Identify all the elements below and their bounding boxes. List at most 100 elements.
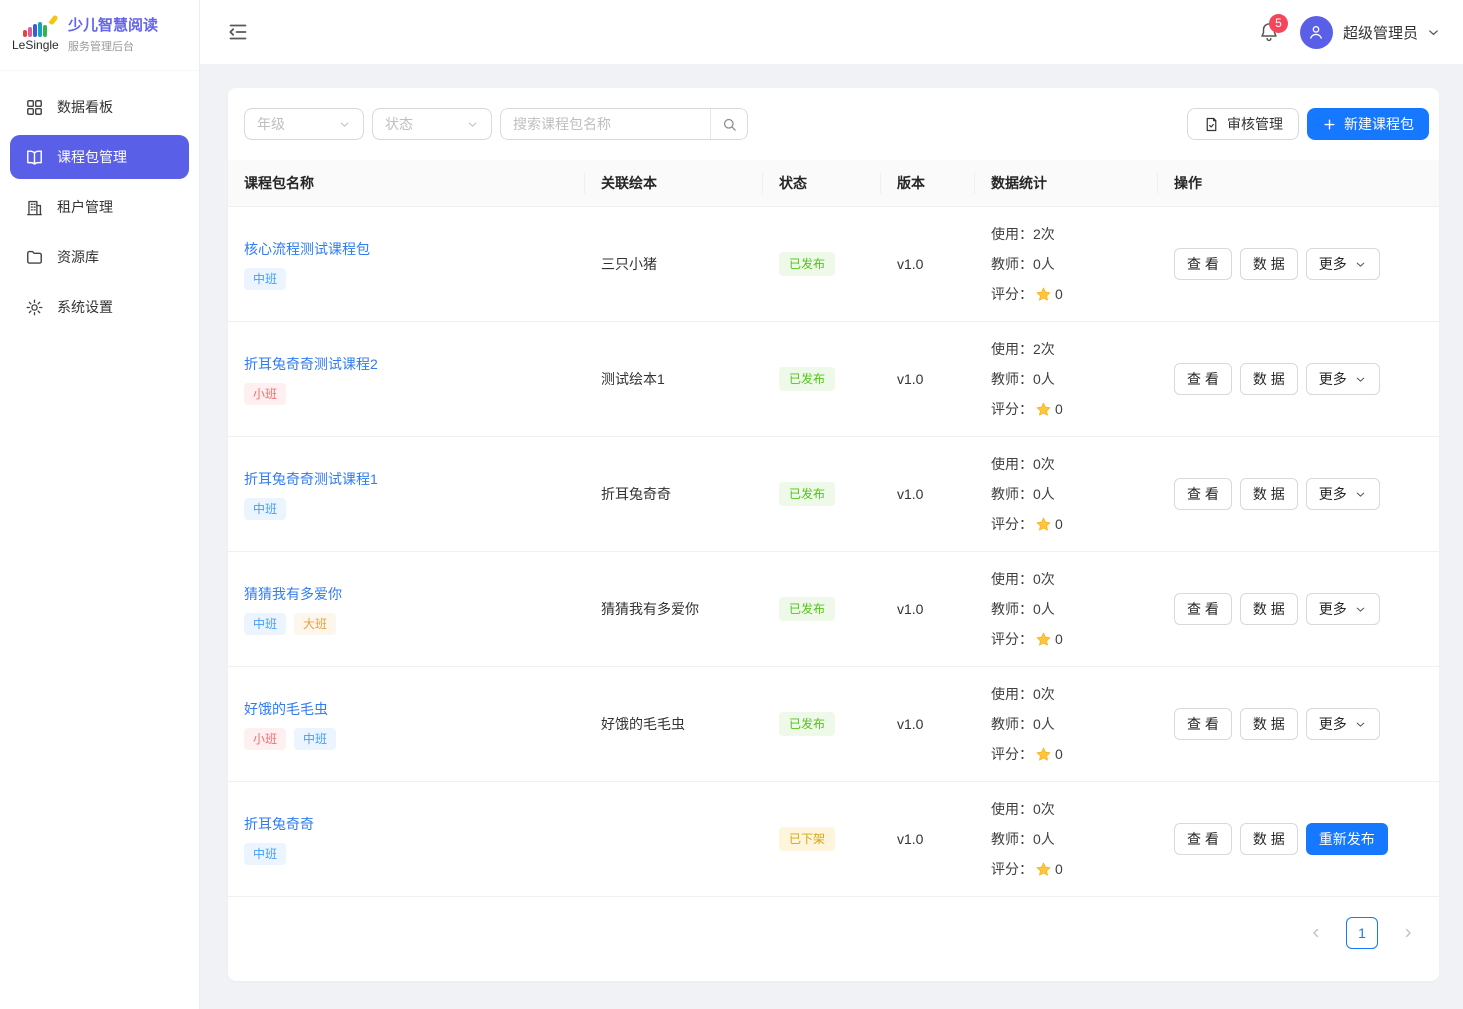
cell-version: v1.0 [881, 248, 975, 280]
column-header-status: 状态 [763, 173, 881, 193]
course-package-link[interactable]: 折耳兔奇奇测试课程1 [244, 469, 378, 489]
grade-tag: 中班 [244, 843, 286, 865]
status-badge: 已发布 [779, 252, 835, 276]
grade-tags: 中班 [244, 268, 286, 290]
usage-value: 0次 [1033, 564, 1055, 594]
folder-icon [25, 248, 44, 267]
chevron-down-icon [1426, 25, 1441, 40]
search-box [500, 108, 748, 140]
cell-actions: 查 看 数 据 更多 [1158, 355, 1439, 403]
topbar: 5 超级管理员 [200, 0, 1463, 64]
pagination-next-icon[interactable] [1395, 920, 1421, 946]
course-package-link[interactable]: 猜猜我有多爱你 [244, 584, 342, 604]
more-button[interactable]: 更多 [1306, 593, 1380, 625]
cell-version: v1.0 [881, 823, 975, 855]
chevron-down-icon [1354, 488, 1367, 501]
course-package-link[interactable]: 核心流程测试课程包 [244, 239, 370, 259]
pagination-page-1[interactable]: 1 [1346, 917, 1378, 949]
usage-value: 2次 [1033, 219, 1055, 249]
search-icon[interactable] [710, 109, 747, 139]
more-button[interactable]: 更多 [1306, 478, 1380, 510]
column-header-actions: 操作 [1158, 173, 1439, 193]
grade-tags: 小班 [244, 383, 286, 405]
filter-bar: 年级 状态 [228, 88, 1439, 160]
file-check-icon [1203, 116, 1220, 133]
search-input[interactable] [501, 109, 710, 139]
cell-actions: 查 看 数 据 更多 [1158, 240, 1439, 288]
data-button[interactable]: 数 据 [1240, 248, 1298, 280]
data-button[interactable]: 数 据 [1240, 593, 1298, 625]
table-row: 折耳兔奇奇 中班 已下架 v1.0 使用：0次 教师：0人 评分： 0 查 看 … [228, 782, 1439, 897]
chevron-down-icon [338, 118, 351, 131]
view-button[interactable]: 查 看 [1174, 708, 1232, 740]
star-icon [1035, 861, 1052, 878]
review-management-button[interactable]: 审核管理 [1187, 108, 1299, 140]
status-select[interactable]: 状态 [372, 108, 492, 140]
chevron-down-icon [1354, 718, 1367, 731]
data-button[interactable]: 数 据 [1240, 708, 1298, 740]
lesingle-logo-icon: LeSingle [12, 19, 58, 52]
pagination-prev-icon[interactable] [1303, 920, 1329, 946]
teachers-value: 0人 [1033, 824, 1055, 854]
more-button[interactable]: 更多 [1306, 363, 1380, 395]
view-button[interactable]: 查 看 [1174, 363, 1232, 395]
grade-tag: 中班 [294, 728, 336, 750]
star-icon [1035, 516, 1052, 533]
usage-value: 0次 [1033, 449, 1055, 479]
brand-title: 少儿智慧阅读 [68, 16, 158, 36]
cell-stats: 使用：0次 教师：0人 评分： 0 [975, 671, 1158, 777]
sidebar-item-label: 数据看板 [57, 97, 113, 117]
view-button[interactable]: 查 看 [1174, 593, 1232, 625]
usage-value: 0次 [1033, 794, 1055, 824]
course-package-link[interactable]: 好饿的毛毛虫 [244, 699, 328, 719]
avatar [1300, 16, 1333, 49]
cell-stats: 使用：0次 教师：0人 评分： 0 [975, 786, 1158, 892]
star-icon [1035, 401, 1052, 418]
table-row: 折耳兔奇奇测试课程2 小班 测试绘本1 已发布 v1.0 使用：2次 教师：0人… [228, 322, 1439, 437]
table-row: 核心流程测试课程包 中班 三只小猪 已发布 v1.0 使用：2次 教师：0人 评… [228, 207, 1439, 322]
notification-bell-icon[interactable]: 5 [1258, 21, 1280, 43]
sidebar-item-settings[interactable]: 系统设置 [10, 285, 189, 329]
grade-select[interactable]: 年级 [244, 108, 364, 140]
status-badge: 已下架 [779, 827, 835, 851]
republish-button[interactable]: 重新发布 [1306, 823, 1388, 855]
sidebar-item-resources[interactable]: 资源库 [10, 235, 189, 279]
sidebar-item-label: 资源库 [57, 247, 99, 267]
teachers-value: 0人 [1033, 364, 1055, 394]
column-header-name: 课程包名称 [228, 173, 585, 193]
cell-stats: 使用：2次 教师：0人 评分： 0 [975, 211, 1158, 317]
dashboard-icon [25, 98, 44, 117]
sidebar-item-tenants[interactable]: 租户管理 [10, 185, 189, 229]
sidebar-item-dashboard[interactable]: 数据看板 [10, 85, 189, 129]
cell-book: 三只小猪 [585, 246, 763, 282]
grade-tag: 小班 [244, 383, 286, 405]
chevron-down-icon [1354, 258, 1367, 271]
sidebar: LeSingle 少儿智慧阅读 服务管理后台 数据看板 课程包管理 租户管理 资… [0, 0, 200, 1009]
status-badge: 已发布 [779, 482, 835, 506]
cell-book: 测试绘本1 [585, 361, 763, 397]
more-button[interactable]: 更多 [1306, 248, 1380, 280]
brand-subtitle: 服务管理后台 [68, 38, 158, 54]
view-button[interactable]: 查 看 [1174, 248, 1232, 280]
more-button[interactable]: 更多 [1306, 708, 1380, 740]
sidebar-menu: 数据看板 课程包管理 租户管理 资源库 系统设置 [0, 71, 199, 343]
data-button[interactable]: 数 据 [1240, 823, 1298, 855]
plus-icon [1322, 117, 1337, 132]
view-button[interactable]: 查 看 [1174, 823, 1232, 855]
create-course-package-button[interactable]: 新建课程包 [1307, 108, 1429, 140]
data-button[interactable]: 数 据 [1240, 478, 1298, 510]
user-menu[interactable]: 超级管理员 [1300, 16, 1441, 49]
cell-version: v1.0 [881, 593, 975, 625]
view-button[interactable]: 查 看 [1174, 478, 1232, 510]
menu-fold-icon[interactable] [226, 20, 250, 44]
sidebar-item-course-packages[interactable]: 课程包管理 [10, 135, 189, 179]
cell-actions: 查 看 数 据 更多 [1158, 470, 1439, 518]
sidebar-item-label: 系统设置 [57, 297, 113, 317]
data-button[interactable]: 数 据 [1240, 363, 1298, 395]
grade-tags: 中班 [244, 498, 286, 520]
cell-book: 折耳兔奇奇 [585, 476, 763, 512]
grade-tag: 大班 [294, 613, 336, 635]
course-package-link[interactable]: 折耳兔奇奇测试课程2 [244, 354, 378, 374]
course-package-link[interactable]: 折耳兔奇奇 [244, 814, 314, 834]
column-header-book: 关联绘本 [585, 173, 763, 193]
